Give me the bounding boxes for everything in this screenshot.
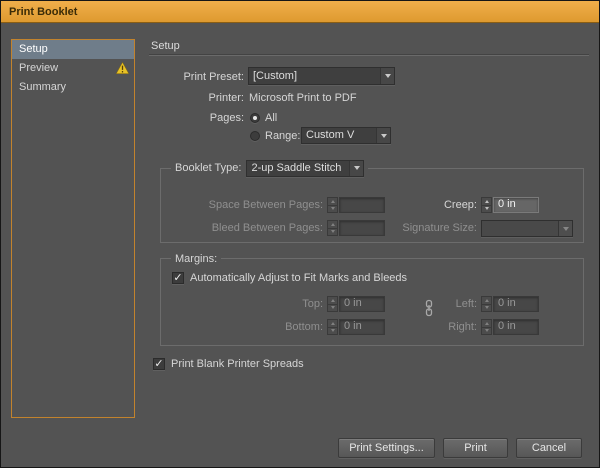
stepper-down-arrow: [327, 304, 338, 313]
margins-label: Margins:: [175, 253, 217, 265]
space-between-pages-label: Space Between Pages:: [163, 197, 323, 213]
margin-right-field: 0 in: [493, 319, 539, 335]
margin-right-label: Right:: [405, 319, 477, 335]
field-value: 0 in: [344, 297, 380, 310]
printer-label: Printer:: [121, 90, 244, 106]
auto-adjust-label: Automatically Adjust to Fit Marks and Bl…: [190, 270, 407, 286]
sidebar-item-label: Preview: [19, 62, 58, 74]
pages-label: Pages:: [121, 110, 244, 126]
stepper-down-arrow: [481, 327, 492, 336]
pages-range-radio[interactable]: [250, 131, 260, 141]
page-range-dropdown[interactable]: Custom V: [301, 127, 391, 144]
stepper-down-arrow[interactable]: [481, 205, 492, 214]
cancel-button[interactable]: Cancel: [516, 438, 582, 458]
field-value: 0 in: [498, 297, 534, 310]
print-blank-spreads-checkbox[interactable]: ✓: [153, 358, 165, 370]
printer-value: Microsoft Print to PDF: [249, 90, 357, 106]
signature-size-label: Signature Size:: [385, 220, 477, 236]
sidebar-item-label: Setup: [19, 43, 48, 55]
space-between-pages-stepper: [327, 197, 338, 213]
space-between-pages-field: [339, 197, 385, 213]
signature-size-value: [482, 221, 558, 236]
booklet-type-dropdown[interactable]: 2-up Saddle Stitch: [246, 160, 364, 177]
stepper-up-arrow: [327, 319, 338, 327]
stepper-down-arrow: [327, 205, 338, 214]
margin-bottom-stepper: [327, 319, 338, 335]
creep-field[interactable]: 0 in: [493, 197, 539, 213]
print-blank-spreads-label: Print Blank Printer Spreads: [171, 356, 304, 372]
stepper-down-arrow: [327, 228, 338, 237]
pages-sidebar: Setup Preview Summary: [11, 39, 135, 418]
stepper-up-arrow: [481, 319, 492, 327]
chevron-down-icon: [349, 161, 363, 176]
creep-stepper: [481, 197, 492, 213]
sidebar-item-setup[interactable]: Setup: [12, 40, 134, 59]
chevron-down-icon: [380, 68, 394, 84]
check-mark-icon: ✓: [173, 273, 183, 283]
window-titlebar[interactable]: Print Booklet: [1, 1, 599, 23]
stepper-up-arrow[interactable]: [481, 197, 492, 205]
booklet-type-label: Booklet Type:: [175, 162, 241, 174]
pages-range-label: Range:: [265, 128, 300, 144]
margin-bottom-label: Bottom:: [163, 319, 323, 335]
chain-link-icon: [423, 299, 435, 317]
margins-group: Margins: ✓ Automatically Adjust to Fit M…: [160, 258, 584, 346]
creep-label: Creep:: [405, 197, 477, 213]
booklet-type-legend: Booklet Type: 2-up Saddle Stitch: [171, 159, 368, 177]
booklet-type-group: Booklet Type: 2-up Saddle Stitch Space B…: [160, 168, 584, 243]
sidebar-item-summary[interactable]: Summary: [12, 78, 134, 97]
panel-heading: Setup: [151, 40, 180, 52]
stepper-up-arrow: [481, 296, 492, 304]
margin-left-label: Left:: [405, 296, 477, 312]
margin-left-field: 0 in: [493, 296, 539, 312]
sidebar-item-preview[interactable]: Preview: [12, 59, 134, 78]
stepper-down-arrow: [481, 304, 492, 313]
print-preset-dropdown[interactable]: [Custom]: [248, 67, 395, 85]
pages-all-radio[interactable]: [250, 113, 260, 123]
margin-top-field: 0 in: [339, 296, 385, 312]
print-booklet-dialog: Print Booklet Setup Preview Summary Setu…: [0, 0, 600, 468]
print-settings-button[interactable]: Print Settings...: [338, 438, 435, 458]
stepper-down-arrow: [327, 327, 338, 336]
stepper-up-arrow: [327, 197, 338, 205]
bleed-between-pages-field: [339, 220, 385, 236]
heading-divider: [149, 54, 589, 56]
sidebar-item-label: Summary: [19, 81, 66, 93]
margin-top-stepper: [327, 296, 338, 312]
booklet-type-value: 2-up Saddle Stitch: [247, 161, 349, 176]
bleed-between-pages-stepper: [327, 220, 338, 236]
margin-bottom-field: 0 in: [339, 319, 385, 335]
auto-adjust-checkbox[interactable]: ✓: [172, 272, 184, 284]
field-value: 0 in: [498, 320, 534, 333]
chevron-down-icon: [376, 128, 390, 143]
signature-size-dropdown: [481, 220, 573, 237]
pages-all-label: All: [265, 110, 277, 126]
margin-left-stepper: [481, 296, 492, 312]
chevron-down-icon: [558, 221, 572, 236]
stepper-up-arrow: [327, 220, 338, 228]
margin-top-label: Top:: [163, 296, 323, 312]
margin-right-stepper: [481, 319, 492, 335]
field-value: 0 in: [498, 198, 534, 211]
print-preset-label: Print Preset:: [121, 68, 244, 86]
window-title: Print Booklet: [9, 6, 77, 18]
field-value: 0 in: [344, 320, 380, 333]
page-range-value: Custom V: [302, 128, 376, 143]
check-mark-icon: ✓: [154, 359, 164, 369]
print-preset-value: [Custom]: [249, 68, 380, 84]
print-button[interactable]: Print: [443, 438, 508, 458]
margins-legend: Margins:: [171, 250, 221, 268]
stepper-up-arrow: [327, 296, 338, 304]
bleed-between-pages-label: Bleed Between Pages:: [163, 220, 323, 236]
